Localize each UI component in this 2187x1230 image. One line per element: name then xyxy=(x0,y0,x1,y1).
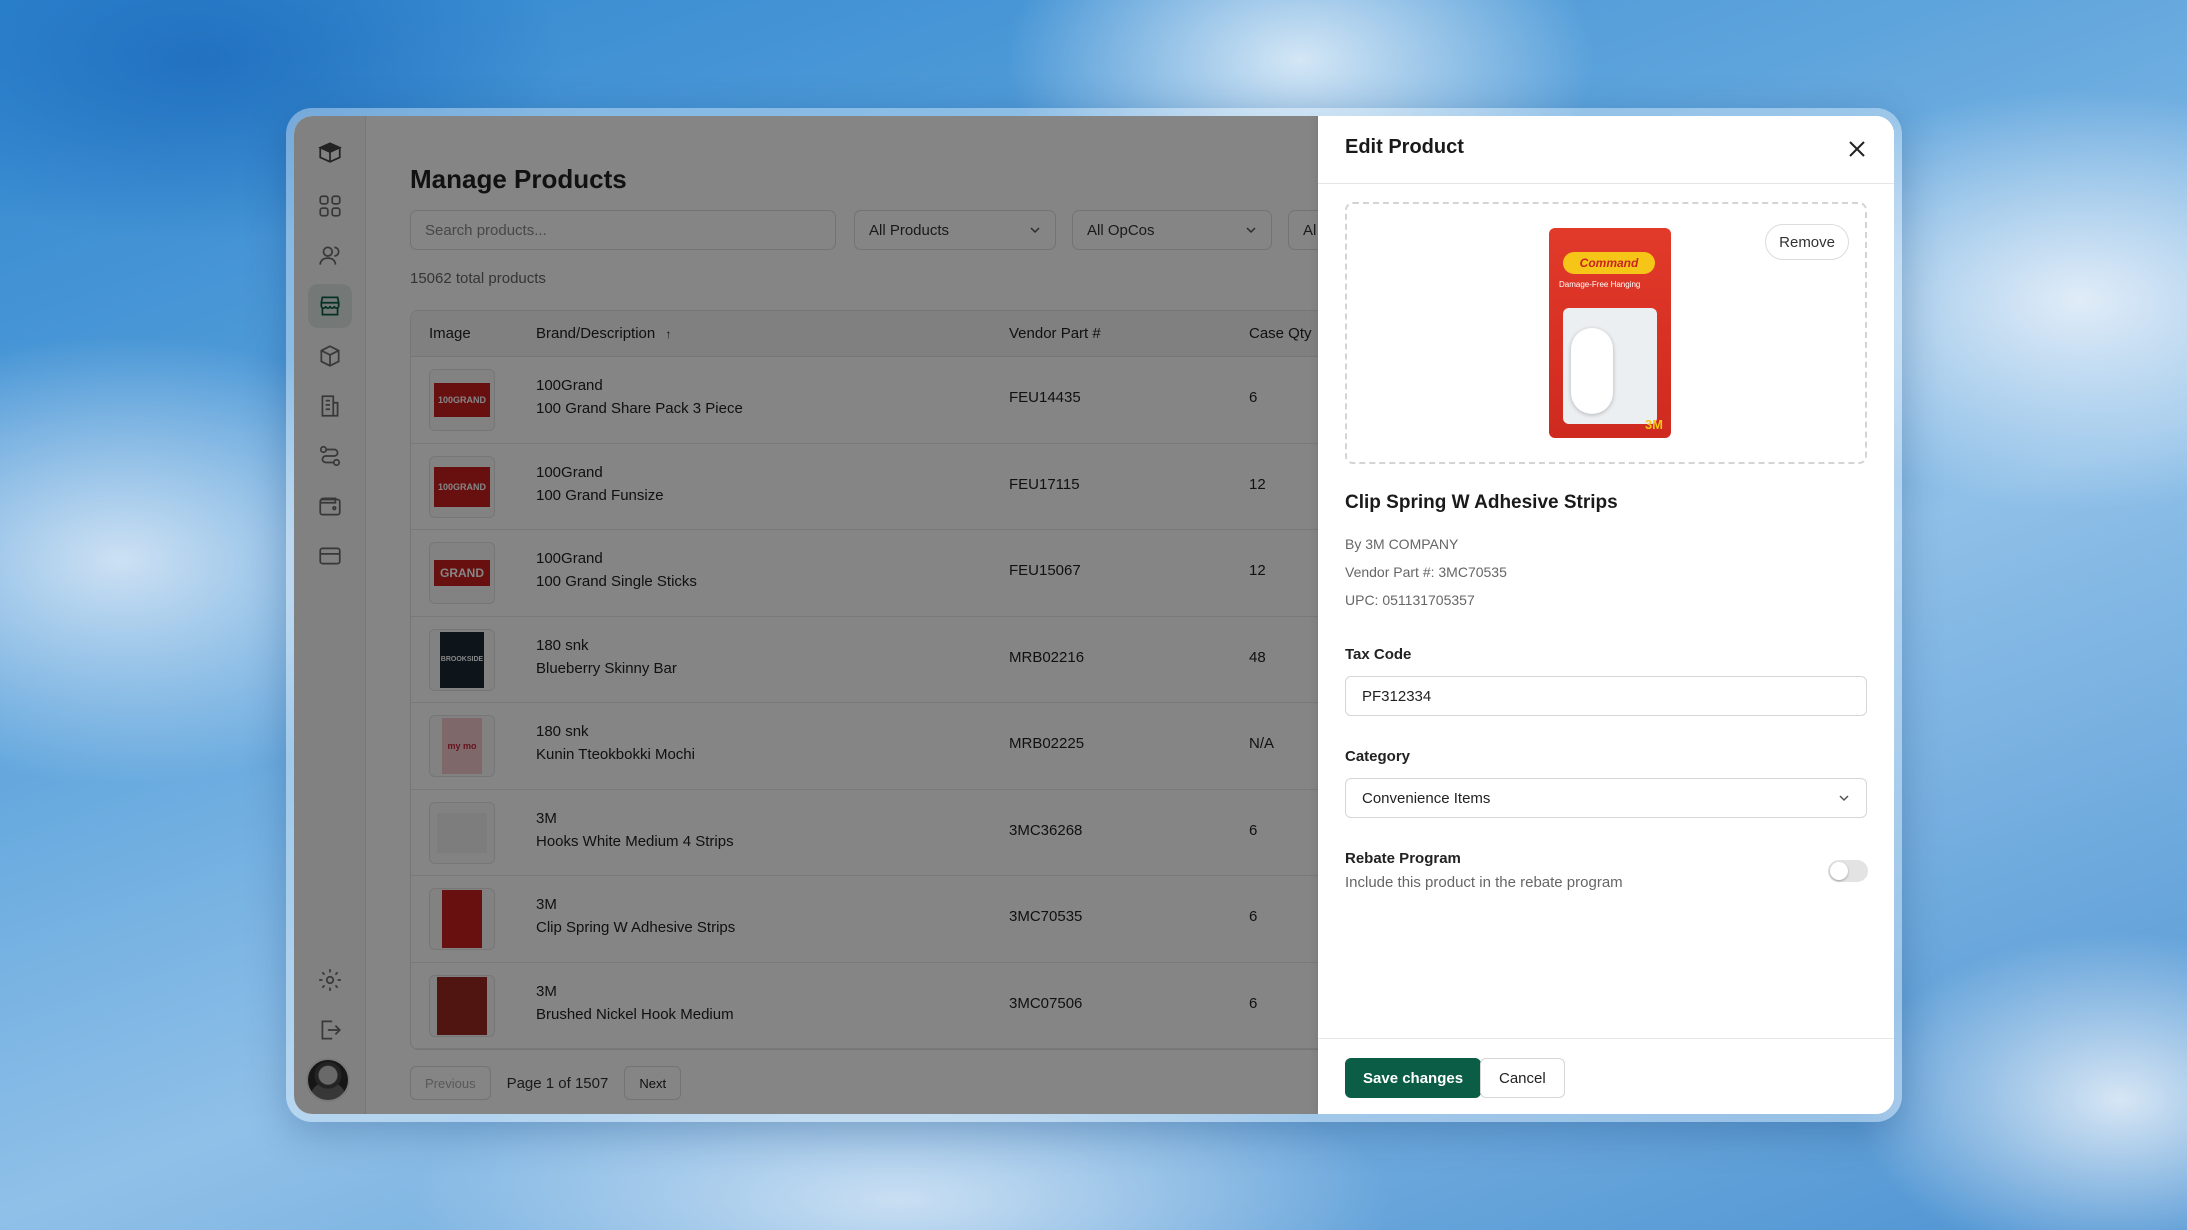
cancel-button[interactable]: Cancel xyxy=(1480,1058,1565,1098)
drawer-title: Edit Product xyxy=(1345,136,1464,158)
drawer-header: Edit Product xyxy=(1318,116,1894,184)
product-manufacturer: By 3M COMPANY xyxy=(1345,536,1459,552)
modal-backdrop[interactable] xyxy=(294,116,1318,1114)
rebate-program-description: Include this product in the rebate progr… xyxy=(1345,874,1623,891)
save-changes-button[interactable]: Save changes xyxy=(1345,1058,1482,1098)
rebate-program-label: Rebate Program xyxy=(1345,850,1461,867)
toggle-knob xyxy=(1830,862,1848,880)
edit-product-drawer: Edit Product Command Damage-Free Hanging… xyxy=(1318,116,1894,1114)
category-value: Convenience Items xyxy=(1362,789,1491,807)
category-select[interactable]: Convenience Items xyxy=(1345,778,1867,818)
drawer-footer: Save changes Cancel xyxy=(1318,1038,1894,1114)
tax-code-input[interactable]: PF312334 xyxy=(1345,676,1867,716)
app-window: Manage Products Search products... All P… xyxy=(294,116,1894,1114)
close-icon xyxy=(1849,141,1865,157)
tax-code-value: PF312334 xyxy=(1362,687,1432,705)
product-vendor-part: Vendor Part #: 3MC70535 xyxy=(1345,564,1507,580)
product-image-dropzone[interactable]: Command Damage-Free Hanging 3M Remove xyxy=(1345,202,1867,464)
product-name: Clip Spring W Adhesive Strips xyxy=(1345,492,1618,513)
rebate-program-toggle[interactable] xyxy=(1828,860,1868,882)
product-image: Command Damage-Free Hanging 3M xyxy=(1549,228,1671,438)
chevron-down-icon xyxy=(1839,795,1849,802)
category-label: Category xyxy=(1345,748,1411,765)
tax-code-label: Tax Code xyxy=(1345,646,1412,663)
product-upc: UPC: 051131705357 xyxy=(1345,592,1475,608)
remove-image-button[interactable]: Remove xyxy=(1765,224,1849,260)
close-button[interactable] xyxy=(1842,134,1872,164)
